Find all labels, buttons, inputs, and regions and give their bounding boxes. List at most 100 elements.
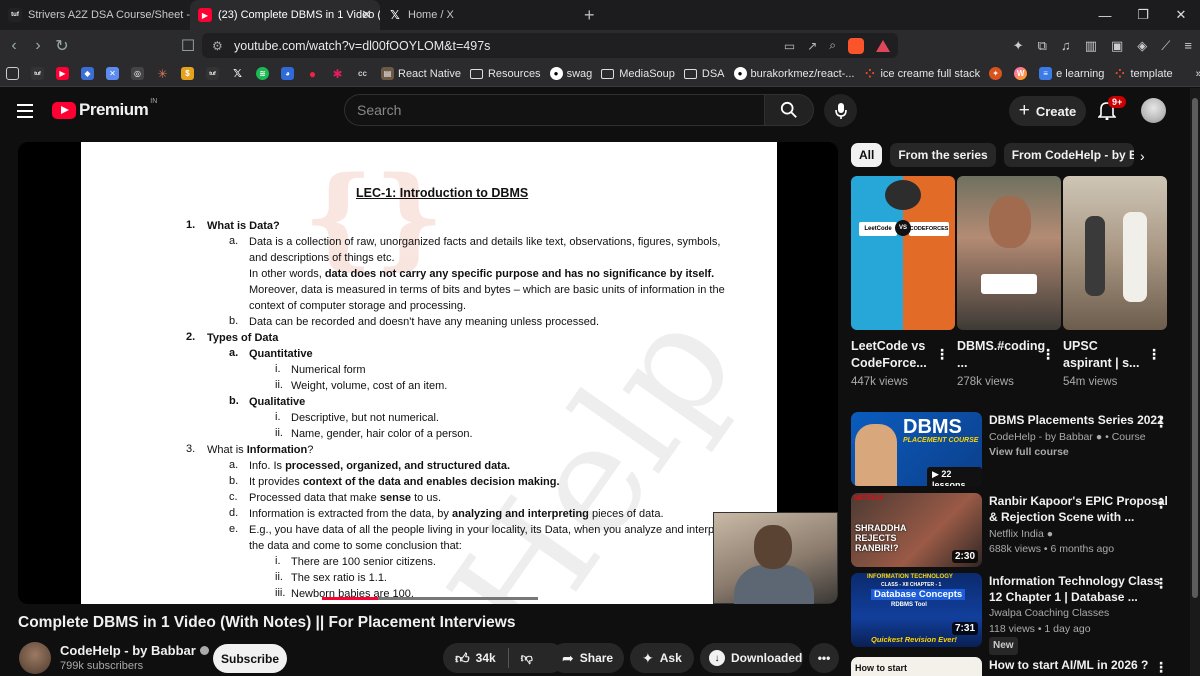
bookmark-tuf-icon[interactable]: tuf xyxy=(31,67,44,80)
thumbs-up-icon[interactable]: 👍︎ xyxy=(455,650,470,667)
bookmark-e-learning[interactable]: ≡ e learning xyxy=(1039,67,1104,80)
wallet-icon[interactable]: ▣ xyxy=(1111,38,1123,54)
vpn-icon[interactable]: ◈ xyxy=(1137,38,1147,54)
search-input[interactable]: Search xyxy=(344,94,764,126)
close-tab-icon[interactable]: ✕ xyxy=(361,7,372,23)
brave-shield-icon[interactable] xyxy=(848,37,864,54)
list-marker: d. xyxy=(229,507,239,519)
related-video-it-class12[interactable]: INFORMATION TECHNOLOGY CLASS - XII CHAPT… xyxy=(851,573,1186,655)
related-video-aiml[interactable]: How to start How to start AI/ML in 2026 … xyxy=(851,657,1186,676)
scrollbar-thumb[interactable] xyxy=(1192,98,1198,598)
bookmark-cc-icon[interactable]: cc xyxy=(356,67,369,80)
tab-x[interactable]: 𝕏 Home / X xyxy=(380,0,570,30)
puzzle-icon[interactable]: ✦ xyxy=(1013,38,1024,54)
more-vertical-icon[interactable]: ⋮ xyxy=(1147,346,1161,363)
like-count[interactable]: 34k xyxy=(476,651,496,665)
chip-all[interactable]: All xyxy=(851,143,883,167)
bookmark-claude-icon[interactable]: ✳ xyxy=(156,67,169,81)
more-vertical-icon[interactable]: ⋮ xyxy=(1154,659,1168,676)
short-card[interactable]: DBMS.#coding ... 278k views ⋮ xyxy=(957,176,1061,388)
bookmark-w-icon[interactable]: W xyxy=(1014,67,1028,80)
more-vertical-icon[interactable]: ⋮ xyxy=(1154,575,1168,592)
music-icon[interactable]: ♫ xyxy=(1061,38,1071,54)
bookmark-dsa[interactable]: DSA xyxy=(683,68,725,80)
menu-hamburger-icon[interactable] xyxy=(17,104,33,122)
related-video-dbms-series[interactable]: DBMS PLACEMENT COURSE ▶ 22 lessons DBMS … xyxy=(851,412,1186,489)
leo-icon[interactable]: ⟋ xyxy=(1161,38,1170,54)
thumbs-down-icon[interactable]: 👎︎ xyxy=(521,651,533,666)
document-line: and descriptions of things etc. xyxy=(249,252,395,264)
bookmark-tuf2-icon[interactable]: tuf xyxy=(206,67,219,80)
bookmark-slack-icon[interactable]: ✱ xyxy=(331,67,344,81)
bookmark-icon[interactable]: ☐ xyxy=(176,36,200,56)
brave-rewards-icon[interactable] xyxy=(876,39,890,52)
bookmark-mapping-icon[interactable]: ◕ xyxy=(281,67,294,80)
related-video-ranbir[interactable]: NETFLIX SHRADDHA REJECTS RANBIR!? 2:30 R… xyxy=(851,493,1186,570)
share-button[interactable]: ➦ Share xyxy=(550,643,624,673)
new-tab-button[interactable]: + xyxy=(584,5,595,26)
download-button[interactable]: ↓ Downloaded xyxy=(700,643,803,673)
more-bookmarks-icon[interactable]: » xyxy=(1196,68,1200,80)
ask-button[interactable]: ✦ Ask xyxy=(630,643,694,673)
bookmark-template[interactable]: ⁘ template xyxy=(1113,67,1173,81)
site-settings-icon[interactable]: ⚙ xyxy=(212,39,223,53)
tab-striver[interactable]: tuf Strivers A2Z DSA Course/Sheet - Cra xyxy=(0,0,190,30)
subscribe-button[interactable]: Subscribe xyxy=(213,644,287,673)
tab-youtube[interactable]: ▶ (23) Complete DBMS in 1 Video ( ✕ xyxy=(190,0,380,30)
bookmark-react-native[interactable]: ▤ React Native xyxy=(381,67,461,80)
bookmark-gem-icon[interactable]: ◆ xyxy=(81,67,94,80)
bookmark-github-repo[interactable]: ● burakorkmez/react-... xyxy=(733,67,854,80)
bookmark-mediasoup[interactable]: MediaSoup xyxy=(601,68,675,80)
video-progress-bar[interactable] xyxy=(322,597,538,600)
bookmark-ice-creame[interactable]: ⁘ ice creame full stack xyxy=(863,67,980,81)
menu-icon[interactable]: ≡ xyxy=(1184,38,1192,54)
bookmark-x-tool-icon[interactable]: ✕ xyxy=(106,67,119,80)
youtube-logo[interactable]: Premium IN xyxy=(52,98,157,120)
minimize-icon[interactable]: — xyxy=(1086,8,1124,23)
forward-icon[interactable]: › xyxy=(26,37,50,55)
share-page-icon[interactable]: ↗ xyxy=(807,39,817,53)
bookmark-canva-icon[interactable]: ✦ xyxy=(989,67,1003,80)
view-full-course-link[interactable]: View full course xyxy=(989,445,1069,459)
more-vertical-icon[interactable]: ⋮ xyxy=(1154,414,1168,431)
reload-icon[interactable]: ↻ xyxy=(50,36,74,56)
chevron-right-icon[interactable]: › xyxy=(1140,148,1145,164)
back-icon[interactable]: ‹ xyxy=(2,37,26,55)
chip-from-codehelp[interactable]: From CodeHelp - by Babbar xyxy=(1003,143,1134,167)
apps-icon[interactable] xyxy=(6,67,19,80)
short-card[interactable]: UPSC aspirant | s... 54m views ⋮ xyxy=(1063,176,1167,388)
bookmark-pin-icon[interactable]: ● xyxy=(306,67,319,81)
x-icon: 𝕏 xyxy=(390,8,400,22)
more-vertical-icon[interactable]: ⋮ xyxy=(935,346,949,363)
bookmark-coin-icon[interactable]: $ xyxy=(181,67,194,80)
restore-icon[interactable]: ❐ xyxy=(1124,7,1162,23)
screenshot-icon[interactable]: ⧉ xyxy=(1038,38,1047,54)
more-vertical-icon[interactable]: ⋮ xyxy=(1154,495,1168,512)
search-button[interactable] xyxy=(764,94,814,126)
zoom-icon[interactable]: ⌕ xyxy=(829,38,836,53)
more-actions-button[interactable]: ••• xyxy=(809,643,839,673)
bookmark-resources[interactable]: Resources xyxy=(469,68,541,80)
voice-search-button[interactable] xyxy=(824,94,857,127)
window-close-icon[interactable]: ✕ xyxy=(1162,7,1200,23)
bookmark-chatgpt-icon[interactable]: ◎ xyxy=(131,67,144,80)
account-avatar[interactable] xyxy=(1141,98,1166,123)
more-vertical-icon[interactable]: ⋮ xyxy=(1041,346,1055,363)
bookmark-spotify-icon[interactable]: ≋ xyxy=(256,67,269,80)
channel-avatar[interactable] xyxy=(19,642,51,674)
url-bar[interactable]: ⚙ youtube.com/watch?v=dl00fOOYLOM&t=497s… xyxy=(202,33,898,58)
page-scrollbar[interactable] xyxy=(1190,88,1200,676)
window-controls: — ❐ ✕ xyxy=(1086,0,1200,30)
bookmark-swag[interactable]: ● swag xyxy=(549,67,592,80)
create-button[interactable]: + Create xyxy=(1009,96,1086,126)
video-player[interactable]: {} Help LEC-1: Introduction to DBMS 1. Wh… xyxy=(18,142,838,604)
chip-from-series[interactable]: From the series xyxy=(890,143,996,167)
document-line: Data is a collection of raw, unorganized… xyxy=(249,236,721,248)
bookmark-youtube-icon[interactable]: ▶ xyxy=(56,67,69,80)
channel-name[interactable]: CodeHelp - by Babbar xyxy=(60,643,209,658)
short-card[interactable]: LeetCode CODEFORCES VS LeetCode vs CodeF… xyxy=(851,176,955,388)
bookmark-x-icon[interactable]: 𝕏 xyxy=(231,67,244,80)
document-line: Numerical form xyxy=(291,364,366,376)
cast-icon[interactable]: ▭ xyxy=(784,39,795,53)
sidebar-icon[interactable]: ▥ xyxy=(1085,38,1097,54)
